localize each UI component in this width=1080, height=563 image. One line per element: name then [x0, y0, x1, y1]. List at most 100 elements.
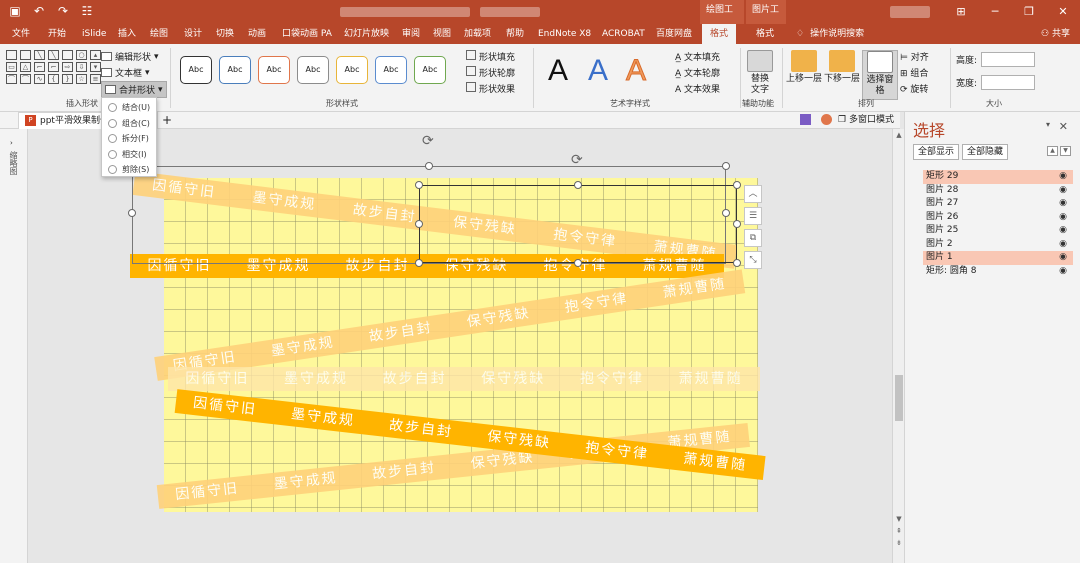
height-input[interactable] — [981, 52, 1036, 67]
shape-style-7[interactable]: Abc — [414, 56, 446, 84]
restore-icon[interactable]: ❐ — [1012, 0, 1046, 24]
multi-window-mode-button[interactable]: ❐ 多窗口模式 — [838, 112, 894, 129]
list-item[interactable]: 矩形 29 ◉ — [923, 170, 1073, 184]
tell-me-search[interactable]: ♢ 操作说明搜索 — [796, 24, 864, 44]
shape-icon[interactable]: { — [48, 74, 59, 84]
text-outline-button[interactable]: A̲ 文本轮廓 — [675, 66, 720, 79]
resize-handle[interactable] — [415, 220, 423, 228]
shape-outline-button[interactable]: 形状轮廓 — [466, 66, 515, 79]
eye-icon[interactable]: ◉ — [1059, 265, 1067, 279]
shape-icon[interactable] — [6, 50, 17, 60]
shape-icon[interactable]: ⌒ — [6, 74, 17, 84]
rotate-handle-icon[interactable]: ⟳ — [571, 152, 583, 168]
resize-handle[interactable] — [574, 259, 582, 267]
eye-icon[interactable]: ◉ — [1059, 224, 1067, 238]
tab-format-picture[interactable]: 格式 — [756, 24, 774, 44]
text-effects-button[interactable]: A 文本效果 — [675, 82, 720, 95]
shape-icon[interactable]: ⌒ — [20, 74, 31, 84]
textbox-button[interactable]: 文本框 ▾ — [101, 66, 150, 79]
eye-icon[interactable]: ◉ — [1059, 238, 1067, 252]
menu-item-subtract[interactable]: 剪除(S) — [102, 162, 156, 178]
shape-style-5[interactable]: Abc — [336, 56, 368, 84]
list-item[interactable]: 图片 1 ◉ — [923, 251, 1073, 265]
tab-pocket-animation[interactable]: 口袋动画 PA — [282, 24, 332, 44]
share-button[interactable]: ⚇ 共享 — [1041, 24, 1070, 44]
shape-style-6[interactable]: Abc — [375, 56, 407, 84]
list-item[interactable]: 图片 27 ◉ — [923, 197, 1073, 211]
eye-icon[interactable]: ◉ — [1059, 211, 1067, 225]
shape-icon[interactable] — [20, 50, 31, 60]
settings-icon[interactable] — [821, 114, 832, 125]
rotate-handle-icon[interactable]: ⟳ — [422, 133, 434, 149]
undo-icon[interactable]: ↶ — [32, 4, 46, 18]
merge-shapes-button[interactable]: 合并形状 ▾ — [101, 81, 167, 98]
send-backward-icon[interactable]: ▼ — [1060, 146, 1071, 156]
list-item[interactable]: 图片 28 ◉ — [923, 184, 1073, 198]
shape-icon[interactable]: ⌐ — [34, 62, 45, 72]
rotate-button[interactable]: ⟳ 旋转 — [900, 82, 928, 95]
tab-acrobat[interactable]: ACROBAT — [602, 24, 645, 44]
width-input[interactable] — [981, 75, 1036, 90]
tab-animations[interactable]: 动画 — [248, 24, 266, 44]
selection-pane-button[interactable]: 选择窗格 — [862, 50, 898, 100]
tab-home[interactable]: 开始 — [48, 24, 66, 44]
shape-icon[interactable]: ╲ — [48, 50, 59, 60]
new-tab-button[interactable]: + — [162, 112, 172, 128]
tab-review[interactable]: 审阅 — [402, 24, 420, 44]
eye-icon[interactable]: ◉ — [1059, 251, 1067, 265]
shape-icon[interactable]: ▾ — [90, 62, 101, 72]
text-strip-faded[interactable]: 因循守旧 墨守成规 故步自封 保守残缺 抱令守律 萧规曹随 — [168, 367, 760, 391]
shape-style-1[interactable]: Abc — [180, 56, 212, 84]
shape-icon[interactable]: ⌐ — [48, 62, 59, 72]
shape-icon[interactable]: } — [62, 74, 73, 84]
menu-item-fragment[interactable]: 拆分(F) — [102, 131, 156, 147]
list-item[interactable]: 图片 2 ◉ — [923, 238, 1073, 252]
customize-icon[interactable]: ☷ — [80, 4, 94, 18]
eye-icon[interactable]: ◉ — [1059, 184, 1067, 198]
close-icon[interactable]: ✕ — [1046, 0, 1080, 24]
edit-shape-button[interactable]: 编辑形状 ▾ — [101, 50, 159, 63]
eye-icon[interactable]: ◉ — [1059, 170, 1067, 184]
crop-icon[interactable]: ⧉ — [744, 229, 762, 247]
tab-format-drawing[interactable]: 格式 — [702, 24, 737, 44]
tab-design[interactable]: 设计 — [184, 24, 202, 44]
minimize-icon[interactable]: ─ — [978, 0, 1012, 24]
list-item[interactable]: 矩形: 圆角 8 ◉ — [923, 265, 1073, 279]
scrollbar-thumb[interactable] — [895, 375, 903, 421]
menu-item-union[interactable]: 结合(U) — [102, 100, 156, 116]
shape-icon[interactable]: ⇩ — [76, 62, 87, 72]
redo-icon[interactable]: ↷ — [56, 4, 70, 18]
shape-icon[interactable]: ≡ — [90, 74, 101, 84]
wordart-style-black[interactable]: A — [548, 54, 568, 88]
resize-handle[interactable] — [128, 209, 136, 217]
menu-item-combine[interactable]: 组合(C) — [102, 116, 156, 132]
wordart-style-orange[interactable]: A — [625, 54, 646, 88]
shape-icon[interactable]: ╲ — [34, 50, 45, 60]
tab-view[interactable]: 视图 — [433, 24, 451, 44]
show-all-button[interactable]: 全部显示 — [913, 144, 960, 160]
shape-icon[interactable]: ▭ — [6, 62, 17, 72]
pane-options-icon[interactable]: ▾ — [1046, 120, 1050, 129]
shape-icon[interactable]: ☆ — [76, 74, 87, 84]
resize-handle[interactable] — [733, 259, 741, 267]
list-item[interactable]: 图片 26 ◉ — [923, 211, 1073, 225]
align-button[interactable]: ⊨ 对齐 — [900, 50, 929, 63]
resize-handle[interactable] — [733, 181, 741, 189]
shape-gallery[interactable]: ╲ ╲ ○ ▴ ▭ △ ⌐ ⌐ ⇨ ⇩ ▾ ⌒ ⌒ ∿{} ☆ ≡ — [6, 50, 101, 84]
resize-handle[interactable] — [415, 181, 423, 189]
tab-islide[interactable]: iSlide — [82, 24, 106, 44]
shape-icon[interactable] — [62, 50, 73, 60]
resize-handle[interactable] — [733, 220, 741, 228]
alt-text-button[interactable]: 替换文字 — [742, 50, 778, 96]
shape-effects-button[interactable]: 形状效果 — [466, 82, 515, 95]
save-icon[interactable]: ▣ — [8, 4, 22, 18]
group-button[interactable]: ⊞ 组合 — [900, 66, 928, 79]
resize-handle[interactable] — [415, 259, 423, 267]
hide-all-button[interactable]: 全部隐藏 — [962, 144, 1009, 160]
resize-handle[interactable] — [425, 162, 433, 170]
chevron-up-icon[interactable]: ︿ — [744, 185, 762, 203]
tab-endnote[interactable]: EndNote X8 — [538, 24, 591, 44]
tab-transitions[interactable]: 切换 — [216, 24, 234, 44]
tab-draw[interactable]: 绘图 — [150, 24, 168, 44]
tab-slideshow[interactable]: 幻灯片放映 — [344, 24, 389, 44]
